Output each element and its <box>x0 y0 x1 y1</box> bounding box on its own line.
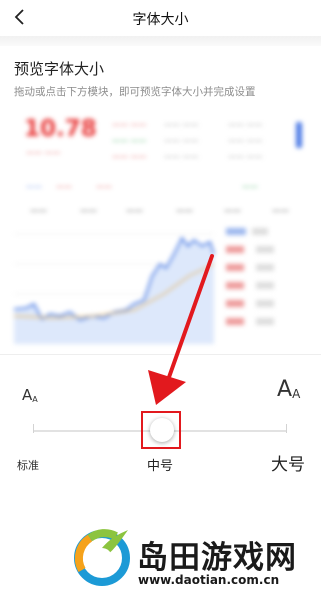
preview-line: —— —— <box>164 136 199 145</box>
preview-line: —— —— <box>26 148 61 157</box>
option-standard-label[interactable]: 标准 <box>17 457 39 473</box>
option-medium-label[interactable]: 中号 <box>147 455 173 474</box>
preview-tab: —— <box>176 206 193 216</box>
preview-tab: —— <box>30 206 47 216</box>
preview-tab: —— <box>272 206 289 216</box>
option-large-label[interactable]: 大号 <box>271 450 305 475</box>
preview-tab: —— <box>126 206 143 216</box>
preview-tab: —— <box>80 206 97 216</box>
preview-line: —— —— <box>112 152 147 161</box>
page-title: 字体大小 <box>132 12 189 28</box>
large-font-icon: AA <box>277 377 301 402</box>
preview-line: —— <box>242 182 258 191</box>
preview-line: —— —— <box>164 120 199 129</box>
preview-title: 预览字体大小 <box>14 60 105 78</box>
preview-tab-strip: —— —— —— —— —— —— <box>14 206 306 220</box>
preview-price-text: 10.78 <box>24 116 97 142</box>
slider-tick-standard[interactable] <box>33 424 34 433</box>
preview-line: —— —— <box>228 152 263 161</box>
preview-line: —— —— <box>112 136 147 145</box>
preview-line: —— <box>26 182 42 191</box>
preview-hint: 拖动或点击下方模块，即可预览字体大小并完成设置 <box>14 86 256 98</box>
preview-line: —— —— <box>228 120 263 129</box>
preview-line: —— <box>96 182 112 191</box>
section-divider <box>0 354 321 355</box>
watermark-brand: 岛田游戏网 <box>137 540 297 576</box>
preview-line: —— —— <box>228 136 263 145</box>
small-font-icon: AA <box>22 386 38 404</box>
preview-line-chart <box>14 228 274 344</box>
watermark-url: www.daotian.com.cn <box>138 573 280 587</box>
preview-line: —— <box>56 182 72 191</box>
nav-divider <box>0 36 321 46</box>
preview-side-tab <box>296 122 302 148</box>
preview-line: —— —— <box>112 120 147 129</box>
font-size-slider-knob[interactable] <box>150 418 174 442</box>
font-preview-panel: 10.78 —— —— —— —— —— —— —— —— —— —— —— —… <box>14 106 306 344</box>
preview-tab: —— <box>224 206 241 216</box>
nav-bar: 字体大小 <box>0 0 321 36</box>
slider-tick-large[interactable] <box>286 424 287 433</box>
preview-line: —— —— <box>164 152 199 161</box>
brand-logo-icon <box>74 529 130 586</box>
